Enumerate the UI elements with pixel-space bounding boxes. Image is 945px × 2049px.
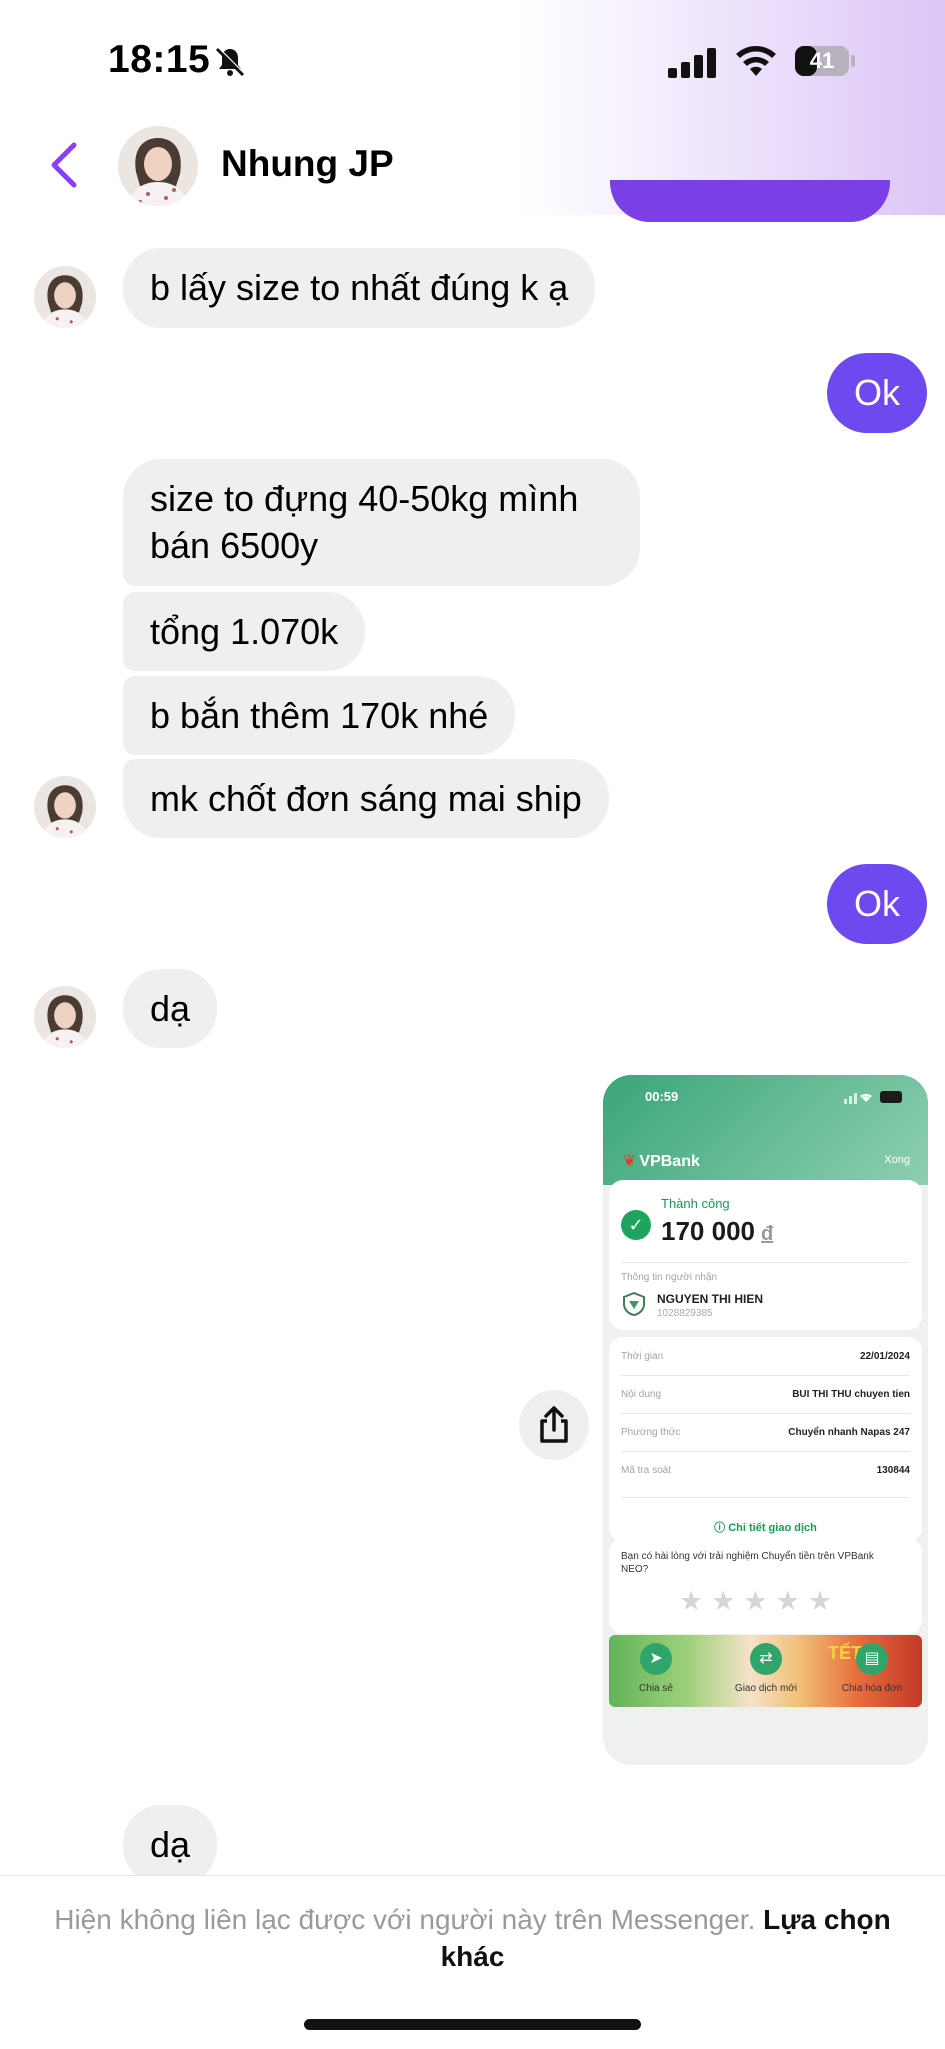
share-icon xyxy=(540,1406,568,1443)
share-action-label: Chia sẻ xyxy=(639,1683,673,1694)
battery-percent: 41 xyxy=(809,48,835,73)
message-bubble-incoming[interactable]: b lấy size to nhất đúng k ạ xyxy=(123,248,596,328)
detail-value: BUI THI THU chuyen tien xyxy=(792,1389,910,1400)
detail-label: Phương thức xyxy=(621,1427,681,1438)
divider xyxy=(621,1262,910,1263)
sender-avatar[interactable] xyxy=(34,776,96,838)
divider xyxy=(621,1413,910,1414)
message-bubble-outgoing[interactable]: Ok xyxy=(826,353,927,433)
transaction-detail-link: ⓘ Chi tiết giao dịch xyxy=(609,1519,922,1535)
currency-symbol: đ xyxy=(760,1223,774,1245)
receipt-done-button: Xong xyxy=(884,1154,910,1166)
status-time: 18:15 xyxy=(108,38,211,81)
new-transaction-action: ⇄ Giao dịch mới xyxy=(721,1643,811,1694)
amount-value: 170 000 xyxy=(661,1216,755,1246)
message-bubble-incoming[interactable]: tổng 1.070k xyxy=(123,592,366,671)
detail-label: Mã tra soát xyxy=(621,1465,672,1476)
share-action: ➤ Chia sẻ xyxy=(611,1643,701,1694)
bank-shield-icon xyxy=(623,1292,645,1316)
receipt-phone-time: 00:59 xyxy=(645,1089,679,1104)
wifi-icon xyxy=(736,46,776,76)
divider xyxy=(621,1451,910,1452)
detail-row: Nội dung BUI THI THU chuyen tien xyxy=(621,1389,910,1409)
rating-stars: ★★★★★ xyxy=(679,1586,841,1616)
share-button[interactable] xyxy=(519,1390,589,1460)
detail-link-label: Chi tiết giao dịch xyxy=(728,1522,817,1534)
transaction-amount: 170 000 đ xyxy=(661,1216,773,1247)
message-bubble-outgoing[interactable]: Ok xyxy=(826,864,927,944)
recipient-account: 1028829385 xyxy=(657,1308,713,1319)
split-bill-label: Chia hóa đơn xyxy=(841,1683,903,1694)
receipt-status-icons xyxy=(844,1091,902,1104)
detail-value: 22/01/2024 xyxy=(859,1351,910,1362)
feedback-question: Bạn có hài lòng với trải nghiệm Chuyển t… xyxy=(621,1551,874,1575)
bill-icon: ▤ xyxy=(856,1643,888,1675)
message-bubble-incoming[interactable]: mk chốt đơn sáng mai ship xyxy=(123,759,609,838)
unavailable-footer: Hiện không liên lạc được với người này t… xyxy=(0,1875,945,2049)
message-bubble-incoming[interactable]: dạ xyxy=(123,969,218,1048)
scrolled-message-edge xyxy=(610,180,890,222)
success-check-icon: ✓ xyxy=(621,1210,651,1240)
message-bubble-incoming[interactable]: dạ xyxy=(123,1805,218,1885)
detail-value: Chuyển nhanh Napas 247 xyxy=(788,1427,910,1438)
battery-icon: 41 xyxy=(794,45,858,77)
receipt-summary-card: ✓ Thành công 170 000 đ Thông tin người nh… xyxy=(609,1180,922,1330)
swap-icon: ⇄ xyxy=(750,1643,782,1675)
message-bubble-incoming[interactable]: b bắn thêm 170k nhé xyxy=(123,676,516,755)
detail-value: 130844 xyxy=(876,1465,910,1476)
detail-row: Phương thức Chuyển nhanh Napas 247 xyxy=(621,1427,910,1447)
split-bill-action: ▤ Chia hóa đơn xyxy=(827,1643,917,1694)
sender-avatar[interactable] xyxy=(34,266,96,328)
send-icon: ➤ xyxy=(640,1643,672,1675)
transaction-status: Thành công xyxy=(661,1196,730,1211)
cellular-signal-icon xyxy=(668,48,716,78)
shared-receipt-image[interactable]: 00:59 ❦ VPBank Xong ✓ Thành công 170 000 đ… xyxy=(603,1075,928,1765)
receipt-feedback-card: Bạn có hài lòng với trải nghiệm Chuyển t… xyxy=(609,1538,922,1634)
sender-avatar[interactable] xyxy=(34,986,96,1048)
info-icon: ⓘ xyxy=(714,1522,729,1534)
contact-avatar[interactable] xyxy=(118,126,198,206)
contact-name[interactable]: Nhung JP xyxy=(221,143,394,185)
recipient-label: Thông tin người nhận xyxy=(621,1272,718,1283)
divider xyxy=(621,1375,910,1376)
message-bubble-incoming[interactable]: size to đựng 40-50kg mình bán 6500y xyxy=(123,459,640,586)
receipt-details-card: Thời gian 22/01/2024 Nội dung BUI THI TH… xyxy=(609,1337,922,1542)
bank-logo: ❦ VPBank xyxy=(623,1153,700,1170)
footer-notice: Hiện không liên lạc được với người này t… xyxy=(40,1901,905,1975)
new-transaction-label: Giao dịch mới xyxy=(734,1683,798,1694)
back-chevron-icon[interactable] xyxy=(44,140,84,190)
detail-row: Thời gian 22/01/2024 xyxy=(621,1351,910,1371)
bank-logo-text: VPBank xyxy=(639,1153,700,1170)
detail-row: Mã tra soát 130844 xyxy=(621,1465,910,1485)
home-indicator[interactable] xyxy=(304,2019,641,2030)
recipient-name: NGUYEN THI HIEN xyxy=(657,1292,764,1306)
divider xyxy=(621,1497,910,1498)
detail-label: Nội dung xyxy=(621,1389,662,1400)
bell-muted-icon xyxy=(215,47,245,77)
unavailable-notice: Hiện không liên lạc được với người này t… xyxy=(54,1904,756,1935)
detail-label: Thời gian xyxy=(621,1351,664,1362)
